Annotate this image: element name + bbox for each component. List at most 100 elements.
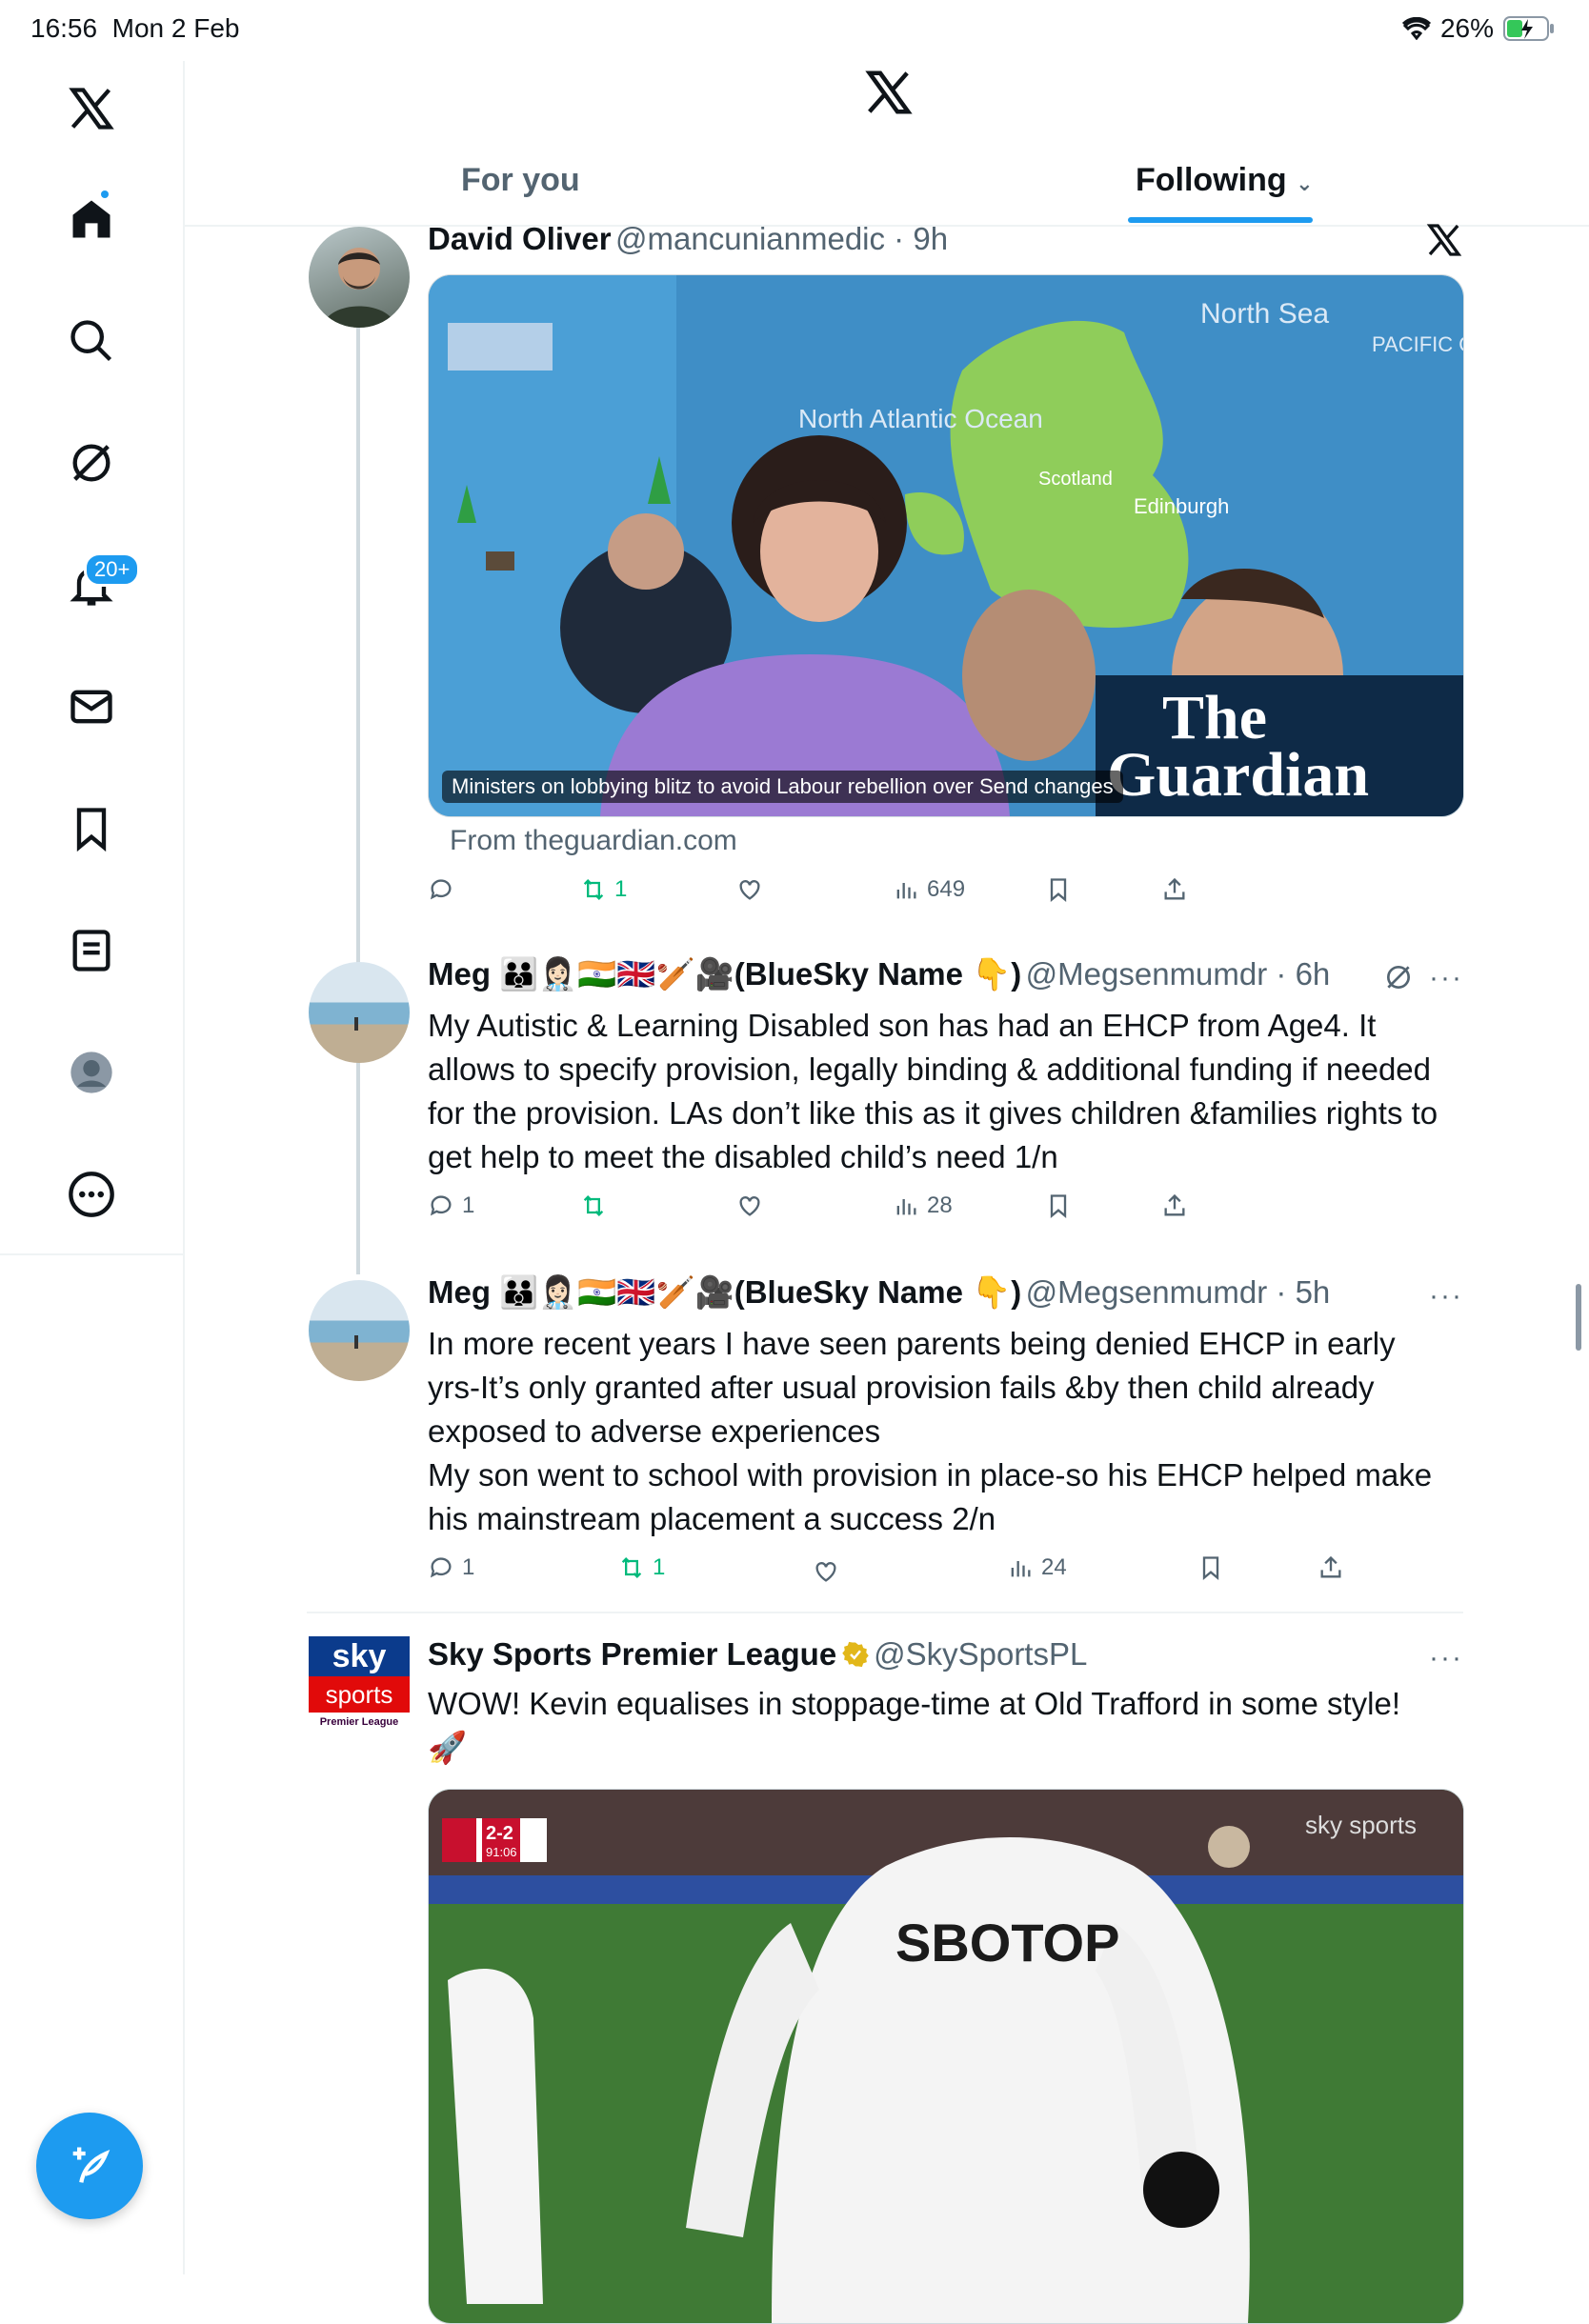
reply-count: 1 xyxy=(462,1554,475,1580)
search-icon[interactable] xyxy=(67,316,116,366)
reply-icon xyxy=(430,879,452,900)
status-bar: 16:56 Mon 2 Feb 26% xyxy=(0,0,1589,61)
home-icon[interactable] xyxy=(67,194,116,244)
bookmark-button[interactable] xyxy=(1197,1554,1224,1581)
avatar[interactable] xyxy=(309,1280,410,1381)
link-card[interactable]: North Sea North Atlantic Ocean Scotland … xyxy=(428,274,1464,817)
link-card-image: North Sea North Atlantic Ocean Scotland … xyxy=(429,275,1463,816)
author-name[interactable]: David Oliver xyxy=(428,221,612,256)
link-card-caption: Ministers on lobbying blitz to avoid Lab… xyxy=(442,771,1123,803)
link-card-source[interactable]: From theguardian.com xyxy=(450,825,737,857)
author-handle[interactable]: @Megsenmumdr · 6h xyxy=(1026,956,1331,992)
post-4-header: Sky Sports Premier League @SkySportsPL xyxy=(428,1636,1087,1673)
sidebar: 20+ xyxy=(0,61,185,2274)
guardian-logo-line2: Guardian xyxy=(1107,740,1369,810)
post-2-header: Meg 👪👩🏻‍⚕️🇮🇳🇬🇧🏏🎥(BlueSky Name 👇) @Megsen… xyxy=(428,956,1330,993)
map-label-north-atlantic: North Atlantic Ocean xyxy=(798,404,1043,433)
avatar[interactable]: sky sports Premier League xyxy=(309,1636,410,1737)
share-icon xyxy=(1320,1555,1341,1578)
avatar[interactable] xyxy=(309,962,410,1063)
views-icon xyxy=(896,883,916,899)
reply-icon xyxy=(430,1195,452,1216)
more-options-icon[interactable]: ··· xyxy=(1429,962,1463,994)
views-icon xyxy=(1011,1561,1031,1577)
like-button[interactable] xyxy=(736,876,771,903)
lists-icon[interactable] xyxy=(67,926,116,975)
avatar[interactable] xyxy=(309,227,410,328)
share-button[interactable] xyxy=(1161,876,1188,903)
bookmark-button[interactable] xyxy=(1045,1192,1072,1219)
post-text: WOW! Kevin equalises in stoppage-time at… xyxy=(428,1686,1400,1765)
views-button[interactable]: 24 xyxy=(1007,1554,1067,1581)
scrollbar[interactable] xyxy=(1576,1284,1581,1351)
post-divider xyxy=(307,1612,1463,1613)
grok-icon[interactable] xyxy=(67,438,116,488)
repost-count: 1 xyxy=(614,876,628,902)
grok-icon[interactable] xyxy=(1383,962,1414,997)
messages-icon[interactable] xyxy=(67,682,116,731)
more-icon[interactable] xyxy=(67,1170,116,1219)
reply-button[interactable]: 1 xyxy=(428,1192,474,1219)
author-name[interactable]: Sky Sports Premier League xyxy=(428,1636,836,1672)
like-button[interactable] xyxy=(736,1192,771,1219)
repost-count: 1 xyxy=(653,1554,666,1580)
status-time-date: 16:56 Mon 2 Feb xyxy=(30,13,240,44)
video-clock: 91:06 xyxy=(486,1845,517,1859)
reply-button[interactable]: 1 xyxy=(428,1554,474,1581)
author-handle[interactable]: @Megsenmumdr · 5h xyxy=(1026,1274,1331,1310)
premier-league-label: Premier League xyxy=(319,1716,399,1728)
share-icon xyxy=(1164,877,1185,900)
views-count: 649 xyxy=(927,876,966,902)
tab-following-label: Following xyxy=(1136,162,1287,198)
video-thumbnail: 2-2 91:06 sky sports SBOTOP xyxy=(429,1790,1463,2323)
heart-icon xyxy=(739,1196,760,1216)
map-label-scotland: Scotland xyxy=(1038,469,1113,490)
map-label-pacific: PACIFIC OCEAN xyxy=(1372,332,1463,356)
heart-icon xyxy=(815,1562,836,1582)
post-text-paragraph: In more recent years I have seen parents… xyxy=(428,1326,1396,1449)
more-options-icon[interactable]: ··· xyxy=(1429,1642,1463,1674)
post-1-header: David Oliver @mancunianmedic · 9h xyxy=(428,221,948,257)
tab-for-you[interactable]: For you xyxy=(461,162,580,199)
sky-logo-top: sky xyxy=(309,1636,410,1676)
repost-button[interactable] xyxy=(580,1192,614,1219)
share-button[interactable] xyxy=(1161,1192,1188,1219)
battery-percent: 26% xyxy=(1439,13,1494,43)
sidebar-divider xyxy=(0,1253,183,1255)
repost-button[interactable]: 1 xyxy=(618,1554,665,1581)
profile-icon[interactable] xyxy=(67,1048,116,1097)
compose-button[interactable] xyxy=(36,2113,143,2219)
bookmark-button[interactable] xyxy=(1045,876,1072,903)
compose-feather-icon xyxy=(72,2147,111,2183)
map-label-edinburgh: Edinburgh xyxy=(1134,494,1229,518)
status-date: Mon 2 Feb xyxy=(111,13,240,43)
post-text: In more recent years I have seen parents… xyxy=(428,1322,1447,1541)
share-button[interactable] xyxy=(1317,1554,1344,1581)
tab-following[interactable]: Following ⌄ xyxy=(1136,162,1314,199)
like-button[interactable] xyxy=(813,1558,847,1585)
verified-gold-icon xyxy=(841,1641,870,1669)
repost-icon xyxy=(621,1557,642,1578)
map-label-north-sea: North Sea xyxy=(1200,298,1329,330)
battery-charging-icon xyxy=(1503,16,1554,41)
share-icon xyxy=(1164,1193,1185,1216)
bookmark-icon xyxy=(1050,878,1067,902)
home-unread-dot xyxy=(101,190,109,198)
reply-button[interactable] xyxy=(428,876,462,903)
bookmarks-icon[interactable] xyxy=(67,804,116,853)
x-logo-icon[interactable] xyxy=(67,84,116,133)
reply-icon xyxy=(430,1557,452,1578)
heart-icon xyxy=(739,880,760,900)
author-name[interactable]: Meg 👪👩🏻‍⚕️🇮🇳🇬🇧🏏🎥(BlueSky Name 👇) xyxy=(428,956,1021,992)
timeline-header: For you Following ⌄ xyxy=(185,61,1589,227)
header-x-logo-icon[interactable] xyxy=(863,67,915,123)
views-button[interactable]: 28 xyxy=(893,1192,953,1219)
views-button[interactable]: 649 xyxy=(893,876,965,903)
views-count: 24 xyxy=(1041,1554,1067,1580)
video-player[interactable]: 2-2 91:06 sky sports SBOTOP xyxy=(428,1789,1464,2324)
author-handle[interactable]: @SkySportsPL xyxy=(874,1636,1087,1672)
author-name[interactable]: Meg 👪👩🏻‍⚕️🇮🇳🇬🇧🏏🎥(BlueSky Name 👇) xyxy=(428,1274,1021,1310)
author-handle[interactable]: @mancunianmedic · 9h xyxy=(615,221,948,256)
more-options-icon[interactable]: ··· xyxy=(1429,1280,1463,1312)
repost-button[interactable]: 1 xyxy=(580,876,627,903)
